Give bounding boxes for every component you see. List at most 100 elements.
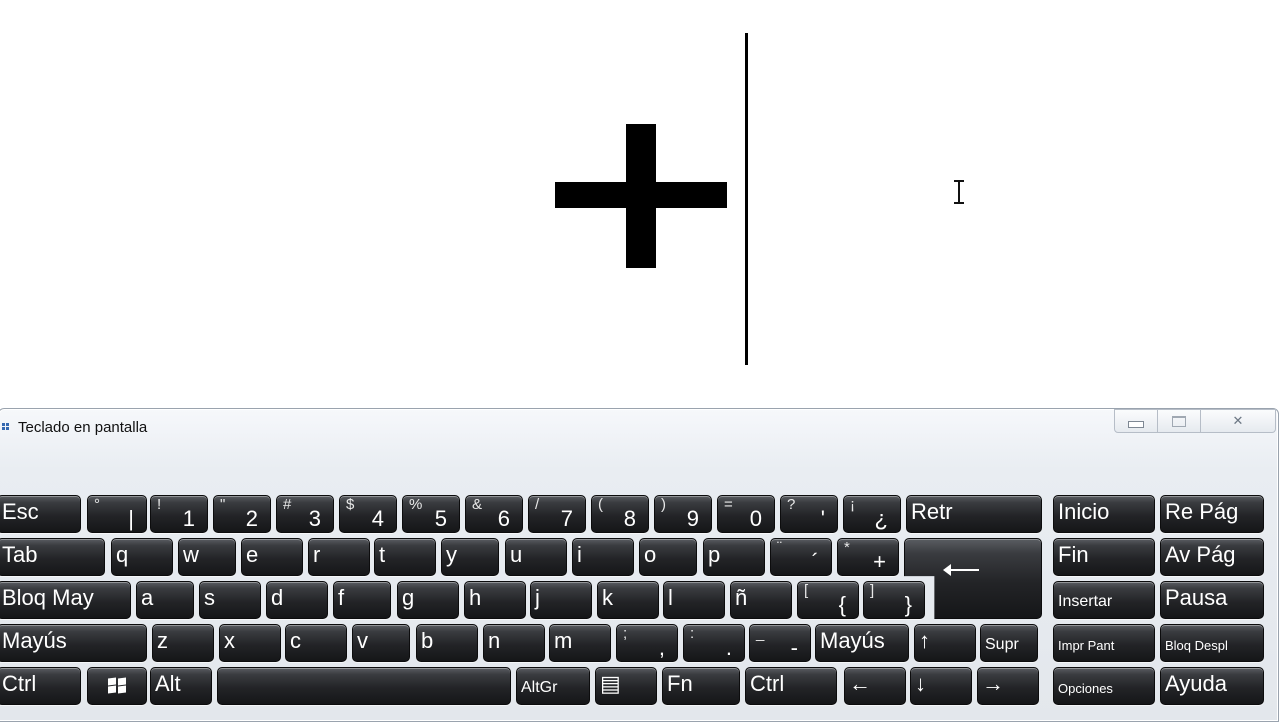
key-f[interactable]: f bbox=[333, 581, 391, 619]
key-home[interactable]: Inicio bbox=[1053, 495, 1155, 533]
key-delete[interactable]: Supr bbox=[980, 624, 1038, 662]
key-close-brace[interactable]: ]} bbox=[863, 581, 925, 619]
key-3[interactable]: #3 bbox=[276, 495, 334, 533]
key-page-up[interactable]: Re Pág bbox=[1160, 495, 1264, 533]
key-g[interactable]: g bbox=[397, 581, 459, 619]
key-apostrophe[interactable]: ? ' bbox=[780, 495, 838, 533]
key-down-arrow[interactable]: ↓ bbox=[910, 667, 972, 705]
key-comma[interactable]: ;, bbox=[616, 624, 678, 662]
key-n[interactable]: n bbox=[483, 624, 545, 662]
key-8[interactable]: (8 bbox=[591, 495, 649, 533]
key-j[interactable]: j bbox=[530, 581, 592, 619]
key-help[interactable]: Ayuda bbox=[1160, 667, 1264, 705]
key-v[interactable]: v bbox=[352, 624, 410, 662]
key-o[interactable]: o bbox=[639, 538, 697, 576]
key-label: i bbox=[577, 542, 582, 567]
key-acute[interactable]: ¨ ´ bbox=[770, 538, 832, 576]
window-title: Teclado en pantalla bbox=[18, 419, 148, 436]
key-5[interactable]: % 5 bbox=[402, 495, 460, 533]
key-i[interactable]: i bbox=[572, 538, 634, 576]
key-a[interactable]: a bbox=[136, 581, 194, 619]
key-tab[interactable]: Tab bbox=[0, 538, 105, 576]
key-0[interactable]: = 0 bbox=[717, 495, 775, 533]
key-space[interactable] bbox=[217, 667, 511, 705]
key-2[interactable]: " 2 bbox=[213, 495, 271, 533]
key-end[interactable]: Fin bbox=[1053, 538, 1155, 576]
key-left-arrow[interactable]: ← bbox=[844, 667, 906, 705]
key-scroll-lock[interactable]: Bloq Despl bbox=[1160, 624, 1264, 662]
key-label: Mayús bbox=[820, 628, 885, 653]
key-pause[interactable]: Pausa bbox=[1160, 581, 1264, 619]
key-inverted-question[interactable]: ¡ ¿ bbox=[843, 495, 901, 533]
key-menu[interactable]: ▤ bbox=[595, 667, 657, 705]
key-options[interactable]: Opciones bbox=[1053, 667, 1155, 705]
key-label: + bbox=[873, 549, 886, 574]
key-p[interactable]: p bbox=[703, 538, 765, 576]
key-d[interactable]: d bbox=[266, 581, 328, 619]
key-right-ctrl[interactable]: Ctrl bbox=[745, 667, 837, 705]
key-backspace[interactable]: Retr bbox=[906, 495, 1042, 533]
key-label: w bbox=[183, 542, 199, 567]
key-m[interactable]: m bbox=[549, 624, 611, 662]
key-label: j bbox=[535, 585, 540, 610]
key-minus[interactable]: _ - bbox=[749, 624, 811, 662]
key-z[interactable]: z bbox=[152, 624, 214, 662]
key-w[interactable]: w bbox=[178, 538, 236, 576]
key-6[interactable]: & 6 bbox=[465, 495, 523, 533]
key-7[interactable]: /7 bbox=[528, 495, 586, 533]
maximize-button[interactable] bbox=[1158, 409, 1201, 433]
key-fn[interactable]: Fn bbox=[662, 667, 740, 705]
key-esc[interactable]: Esc bbox=[0, 495, 81, 533]
key-s[interactable]: s bbox=[199, 581, 261, 619]
key-left-shift[interactable]: Mayús bbox=[0, 624, 147, 662]
key-shift-label: [ bbox=[804, 582, 809, 599]
key-page-down[interactable]: Av Pág bbox=[1160, 538, 1264, 576]
key-pipe[interactable]: ° | bbox=[87, 495, 147, 533]
key-alt[interactable]: Alt bbox=[150, 667, 212, 705]
key-insert[interactable]: Insertar bbox=[1053, 581, 1155, 619]
ibeam-cursor-icon bbox=[952, 180, 966, 204]
window-titlebar[interactable]: Teclado en pantalla ✕ bbox=[0, 409, 1278, 445]
key-b[interactable]: b bbox=[416, 624, 478, 662]
key-y[interactable]: y bbox=[441, 538, 499, 576]
key-up-arrow[interactable]: ↑ bbox=[914, 624, 976, 662]
key-l[interactable]: l bbox=[663, 581, 725, 619]
key-k[interactable]: k bbox=[597, 581, 659, 619]
key-plus[interactable]: * + bbox=[837, 538, 899, 576]
key-x[interactable]: x bbox=[219, 624, 281, 662]
key-windows[interactable] bbox=[87, 667, 147, 705]
key-label: 5 bbox=[434, 506, 447, 531]
key-4[interactable]: $4 bbox=[339, 495, 397, 533]
keyboard-app-icon bbox=[2, 423, 11, 433]
key-period[interactable]: :. bbox=[683, 624, 745, 662]
key-label: → bbox=[982, 671, 1004, 696]
key-label: g bbox=[402, 585, 415, 610]
key-right-shift[interactable]: Mayús bbox=[815, 624, 909, 662]
key-q[interactable]: q bbox=[111, 538, 173, 576]
key-open-brace[interactable]: [{ bbox=[797, 581, 859, 619]
key-label: v bbox=[357, 628, 368, 653]
key-enye[interactable]: ñ bbox=[730, 581, 792, 619]
key-label: 7 bbox=[560, 506, 573, 531]
key-r[interactable]: r bbox=[308, 538, 370, 576]
key-e[interactable]: e bbox=[241, 538, 303, 576]
key-caps-lock[interactable]: Bloq May bbox=[0, 581, 131, 619]
key-left-ctrl[interactable]: Ctrl bbox=[0, 667, 81, 705]
key-altgr[interactable]: AltGr bbox=[516, 667, 590, 705]
key-label: Bloq Despl bbox=[1165, 638, 1228, 653]
key-h[interactable]: h bbox=[464, 581, 526, 619]
close-button[interactable]: ✕ bbox=[1201, 409, 1276, 433]
key-label: 2 bbox=[245, 506, 258, 531]
minimize-button[interactable] bbox=[1114, 409, 1158, 433]
document-canvas[interactable] bbox=[0, 0, 1280, 408]
key-1[interactable]: ! 1 bbox=[150, 495, 208, 533]
key-9[interactable]: ) 9 bbox=[654, 495, 712, 533]
key-right-arrow[interactable]: → bbox=[977, 667, 1039, 705]
key-u[interactable]: u bbox=[505, 538, 567, 576]
key-c[interactable]: c bbox=[285, 624, 347, 662]
key-label: b bbox=[421, 628, 434, 653]
key-label: d bbox=[271, 585, 284, 610]
key-print-screen[interactable]: Impr Pant bbox=[1053, 624, 1155, 662]
enter-arrow-icon bbox=[943, 564, 979, 576]
key-t[interactable]: t bbox=[374, 538, 436, 576]
